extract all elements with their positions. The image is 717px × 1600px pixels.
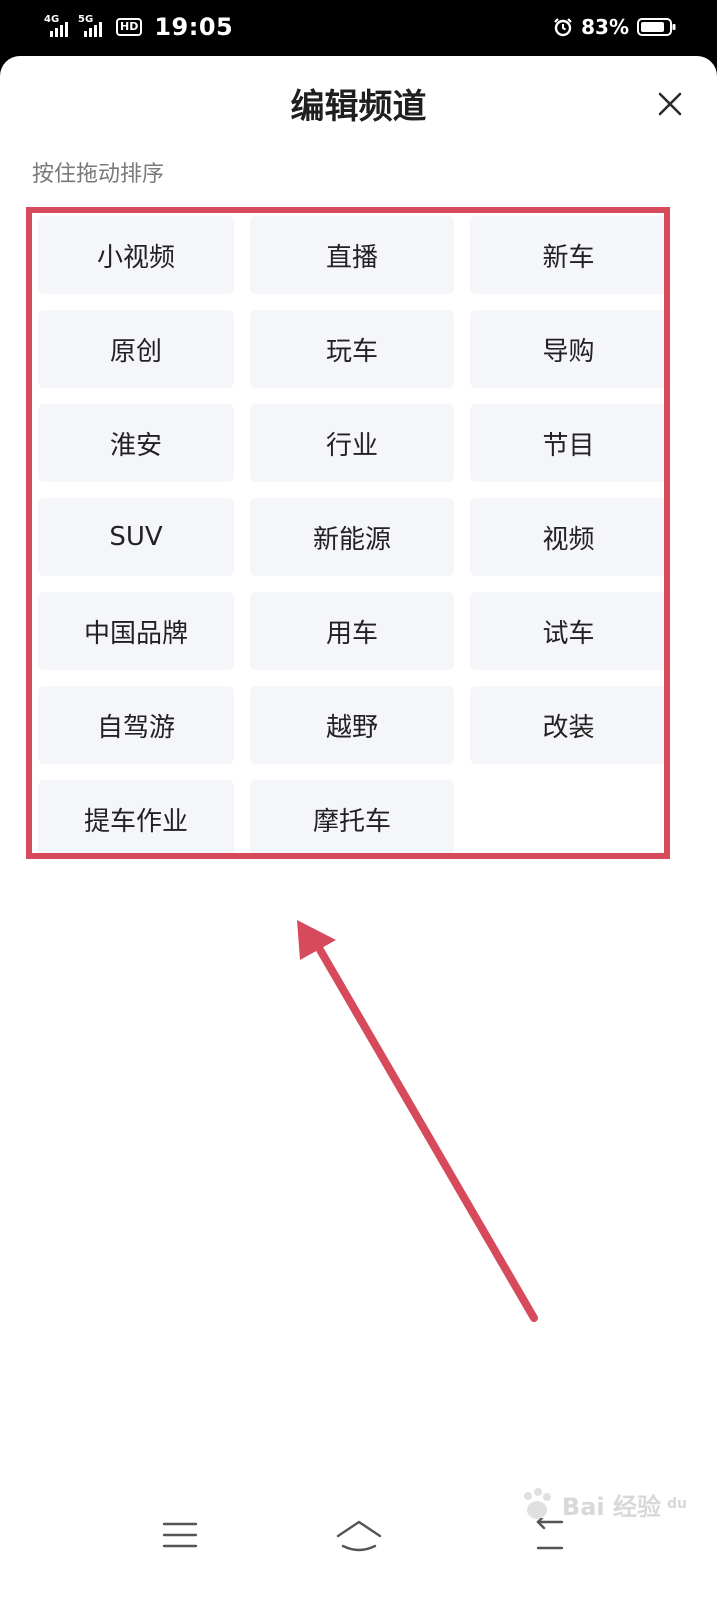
channel-chip[interactable]: 摩托车 [250,780,454,858]
channel-chip[interactable]: 用车 [250,592,454,670]
channel-chip[interactable]: 新车 [470,216,667,294]
channel-chip[interactable]: 小视频 [38,216,234,294]
status-left: 4G 5G HD 19:05 [44,12,233,42]
clock: 19:05 [154,13,234,41]
alarm-icon [554,18,572,37]
channel-chip[interactable]: 淮安 [38,404,234,482]
channel-chip[interactable]: 试车 [470,592,667,670]
channel-chip[interactable]: 视频 [470,498,667,576]
channel-chip[interactable]: 节目 [470,404,667,482]
signal-5g-icon: 5G [78,15,106,39]
channel-chip[interactable]: 直播 [250,216,454,294]
menu-icon [162,1522,198,1548]
close-button[interactable] [650,84,690,124]
channel-chip[interactable]: 改装 [470,686,667,764]
close-icon [658,92,682,116]
channel-chip[interactable]: 行业 [250,404,454,482]
channel-chip[interactable]: 玩车 [250,310,454,388]
drag-sort-hint: 按住拖动排序 [32,162,165,187]
home-button[interactable] [327,1510,391,1560]
channel-grid: 小视频 直播 新车 原创 玩车 导购 淮安 行业 节目 SUV 新能源 视频 中… [38,216,667,858]
menu-button[interactable] [148,1510,212,1560]
edit-channels-sheet: 编辑频道 按住拖动排序 小视频 直播 新车 原创 玩车 导购 淮安 行业 节目 … [0,56,717,1600]
channel-chip[interactable]: 原创 [38,310,234,388]
status-bar: 4G 5G HD 19:05 83% [0,0,717,56]
paw-logo-icon [523,1488,551,1519]
hd-voice-badge: HD [116,18,143,36]
baidu-jingyan-watermark: Bai 经验 du [516,1484,687,1524]
channel-chip[interactable]: 新能源 [250,498,454,576]
signal-4g-icon: 4G [44,15,72,39]
channel-chip[interactable]: 越野 [250,686,454,764]
battery-percent: 83% [581,15,629,39]
channel-chip[interactable]: 导购 [470,310,667,388]
channel-chip[interactable]: SUV [38,498,234,576]
status-right: 83% [553,12,677,42]
channel-chip[interactable]: 中国品牌 [38,592,234,670]
watermark-sub: du [667,1496,687,1512]
page-title: 编辑频道 [290,87,427,127]
channel-chip[interactable]: 自驾游 [38,686,234,764]
channel-chip[interactable]: 提车作业 [38,780,234,858]
watermark-text: Bai 经验 [561,1492,661,1521]
battery-icon [637,18,676,36]
home-icon [336,1520,382,1552]
